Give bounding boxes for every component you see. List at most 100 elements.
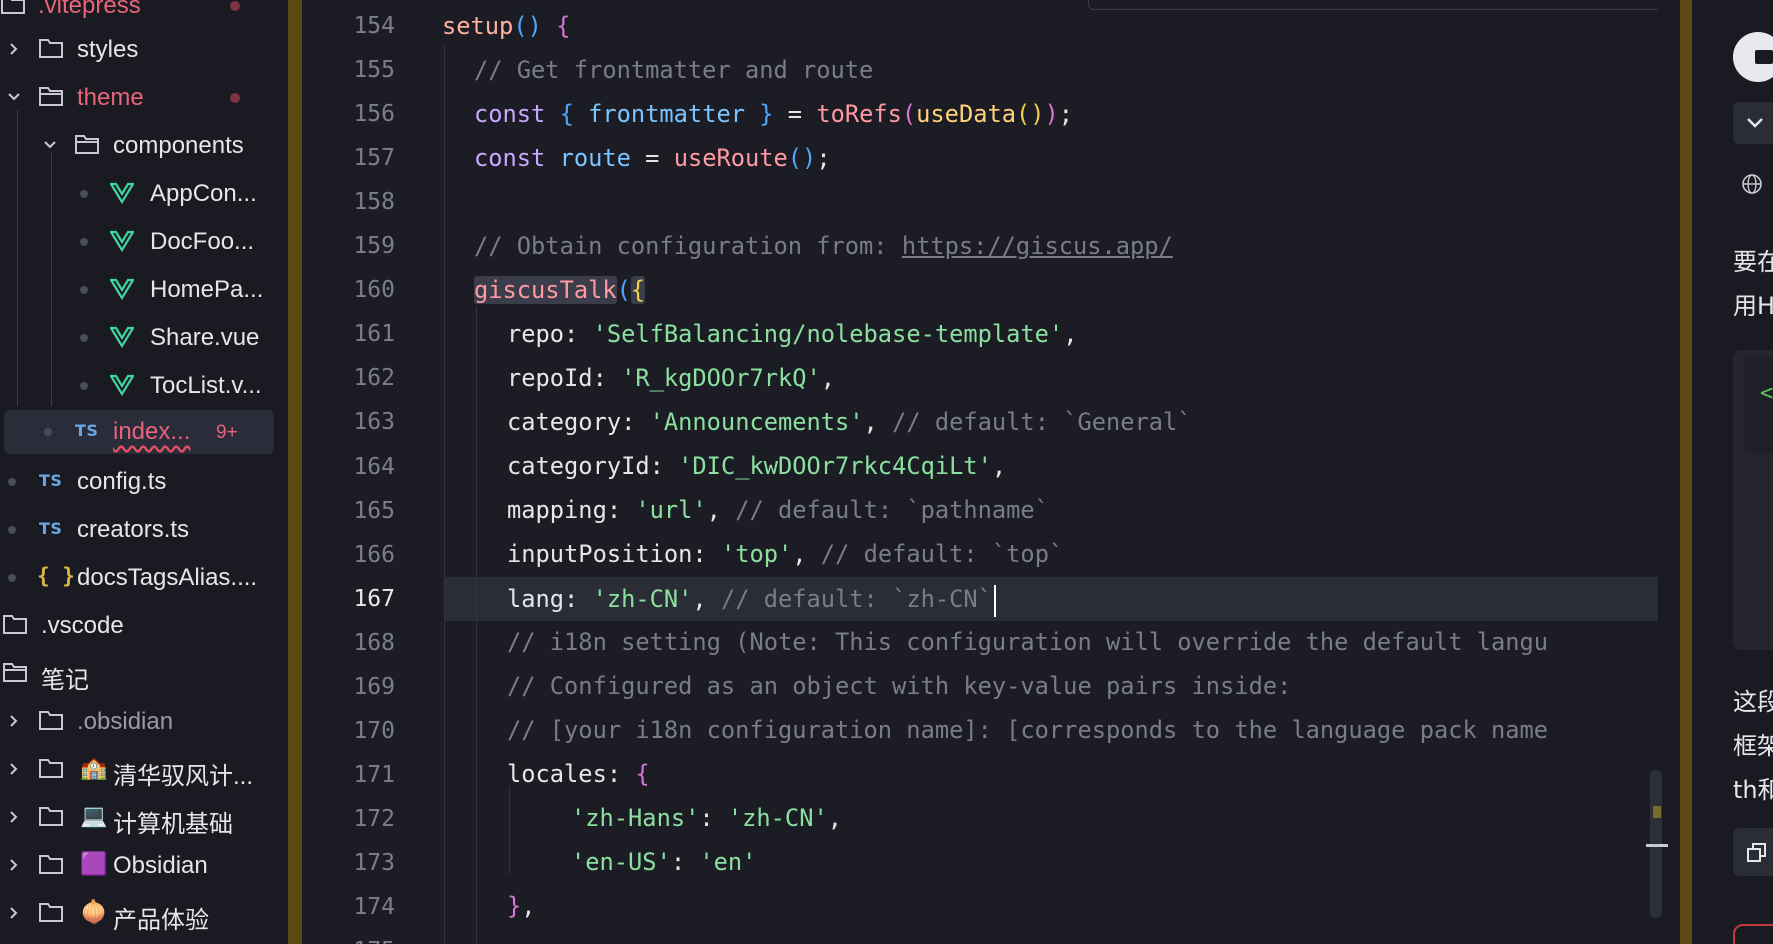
editor-border-bar	[1680, 0, 1692, 944]
tree-folder-theme[interactable]: theme	[0, 74, 288, 120]
folder-icon	[38, 757, 64, 779]
code-line-166[interactable]: inputPosition: 'top', // default: `top`	[507, 532, 1063, 576]
code-line-162[interactable]: repoId: 'R_kgDOOr7rkQ',	[507, 356, 835, 400]
comment: // Obtain configuration from:	[474, 232, 902, 260]
token: ()	[787, 144, 817, 172]
line-number: 170	[353, 717, 395, 744]
message-text: 用H	[1733, 292, 1773, 320]
chat-panel: 要在 用H < 这段 框架 th和	[1692, 0, 1773, 944]
stop-button[interactable]	[1733, 924, 1773, 944]
chevron-right-icon	[6, 809, 22, 825]
tree-folder-cs-basics[interactable]: 💻 计算机基础	[0, 794, 288, 840]
code-line-169[interactable]: // Configured as an object with key-valu…	[507, 664, 1291, 708]
tree-file-creators[interactable]: TS creators.ts	[0, 506, 288, 552]
property-key: inputPosition	[507, 540, 693, 568]
code-line-164[interactable]: categoryId: 'DIC_kwDOOr7rkc4CqiLt',	[507, 444, 1006, 488]
line-number: 159	[353, 233, 395, 260]
tree-folder-styles[interactable]: styles	[0, 26, 288, 72]
code-line-170[interactable]: // [your i18n configuration name]: [corr…	[507, 708, 1548, 752]
code-line-156[interactable]: const { frontmatter } = toRefs(useData()…	[474, 92, 1073, 136]
line-number: 162	[353, 365, 395, 392]
chevron-down-icon	[42, 137, 58, 153]
line-number: 161	[353, 321, 395, 348]
property-key: locales	[507, 760, 607, 788]
tree-file-index[interactable]: TS index... 9+	[0, 408, 288, 454]
vue-file-icon	[110, 182, 134, 204]
code-block-card: <	[1733, 350, 1773, 650]
scroll-marker	[1653, 806, 1661, 818]
chevron-right-icon	[6, 713, 22, 729]
tree-file-toclist[interactable]: TocList.v...	[0, 362, 288, 408]
copy-button[interactable]	[1733, 828, 1773, 876]
tree-folder-obsidian-config[interactable]: .obsidian	[0, 698, 288, 744]
folder-icon	[38, 805, 64, 827]
tree-folder-components[interactable]: components	[0, 122, 288, 168]
property-key: mapping	[507, 496, 607, 524]
tree-folder-vitepress[interactable]: .vitepress	[0, 0, 288, 28]
line-number: 166	[353, 541, 395, 568]
tree-label: 产品体验	[113, 907, 209, 934]
vue-file-icon	[110, 326, 134, 348]
comment: // default: `zh-CN`	[720, 585, 992, 613]
sidebar-scrollbar-track[interactable]	[288, 0, 302, 944]
code-line-173[interactable]: 'en-US': 'en'	[571, 840, 756, 884]
globe-icon[interactable]	[1741, 173, 1763, 195]
comment-link[interactable]: https://giscus.app/	[902, 232, 1173, 260]
code-line-168[interactable]: // i18n setting (Note: This configuratio…	[507, 620, 1548, 664]
folder-icon	[2, 613, 28, 635]
folder-open-icon	[74, 133, 100, 155]
code-editor[interactable]: 154 155 156 157 158 159 160 161 162 163 164 165 166 1…	[302, 0, 1658, 944]
property-key: repo	[507, 320, 565, 348]
folder-open-icon	[2, 661, 28, 683]
function-name: useRoute	[673, 144, 788, 172]
string-literal: 'DIC_kwDOOr7rkc4CqiLt'	[678, 452, 992, 480]
code-line-154[interactable]: setup() {	[442, 4, 570, 48]
indent-guide	[444, 44, 445, 944]
code-line-159[interactable]: // Obtain configuration from: https://gi…	[474, 224, 1173, 268]
code-line-171[interactable]: locales: {	[507, 752, 650, 796]
laptop-emoji-icon: 💻	[80, 804, 108, 829]
code-line-161[interactable]: repo: 'SelfBalancing/nolebase-template',	[507, 312, 1077, 356]
tree-file-homepa[interactable]: HomePa...	[0, 266, 288, 312]
code-line-165[interactable]: mapping: 'url', // default: `pathname`	[507, 488, 1049, 532]
editor-scrollbar-thumb[interactable]	[1646, 770, 1668, 918]
line-number: 174	[353, 894, 395, 920]
folder-icon	[38, 709, 64, 731]
tree-folder-notes[interactable]: 笔记	[0, 650, 288, 696]
text-cursor	[993, 584, 996, 617]
tree-label: theme	[77, 84, 144, 111]
tree-label: .vscode	[41, 612, 124, 639]
tree-file-appcon[interactable]: AppCon...	[0, 170, 288, 216]
tree-file-share[interactable]: Share.vue	[0, 314, 288, 360]
line-number: 155	[353, 57, 395, 84]
token: }	[507, 892, 522, 920]
typescript-file-icon: TS	[39, 519, 63, 538]
tree-file-config[interactable]: TS config.ts	[0, 458, 288, 504]
tree-label: DocFoo...	[150, 228, 255, 255]
code-line-157[interactable]: const route = useRoute();	[474, 136, 831, 180]
tree-folder-tsinghua[interactable]: 🏫 清华驭风计...	[0, 746, 288, 792]
tree-file-docfoo[interactable]: DocFoo...	[0, 218, 288, 264]
tree-file-docstagsalias[interactable]: { } docsTagsAlias....	[0, 554, 288, 600]
variable: route	[559, 144, 631, 172]
string-literal: 'zh-Hans'	[571, 804, 700, 832]
variable: frontmatter	[588, 100, 745, 128]
string-literal: 'zh-CN'	[727, 804, 828, 832]
code-line-174[interactable]: },	[507, 884, 536, 928]
code-line-167[interactable]: lang: 'zh-CN', // default: `zh-CN`	[507, 577, 996, 621]
token: )	[1044, 100, 1059, 128]
model-dropdown[interactable]	[1733, 102, 1773, 144]
token: ()	[513, 12, 557, 40]
code-line-172[interactable]: 'zh-Hans': 'zh-CN',	[571, 796, 842, 840]
line-number: 154	[353, 13, 395, 39]
code-line-163[interactable]: category: 'Announcements', // default: `…	[507, 400, 1192, 444]
tree-folder-product[interactable]: 🧅 产品体验	[0, 890, 288, 936]
chevron-right-icon	[6, 857, 22, 873]
tree-folder-vscode[interactable]: .vscode	[0, 602, 288, 648]
code-line-160[interactable]: giscusTalk({	[474, 268, 646, 312]
avatar[interactable]	[1733, 32, 1773, 82]
tree-label: 清华驭风计...	[113, 763, 254, 790]
school-emoji-icon: 🏫	[80, 756, 108, 781]
tree-folder-obsidian[interactable]: 🟪 Obsidian	[0, 842, 288, 888]
code-line-155[interactable]: // Get frontmatter and route	[474, 48, 873, 92]
